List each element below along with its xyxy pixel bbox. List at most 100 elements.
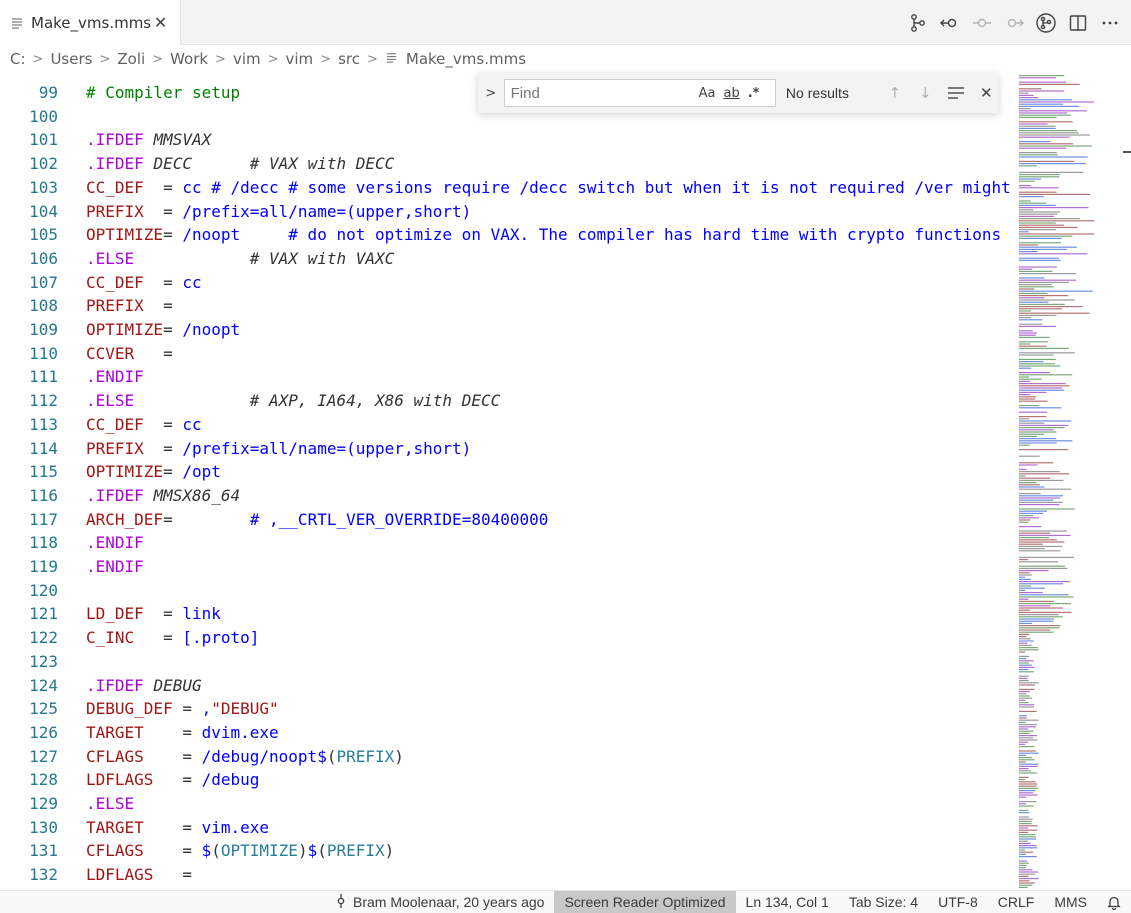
split-editor-icon[interactable] <box>1065 10 1091 36</box>
code-line[interactable]: 121 LD_DEF = link <box>0 602 1015 626</box>
code-line[interactable]: 111 .ENDIF <box>0 365 1015 389</box>
code-line[interactable]: 116 .IFDEF MMSX86_64 <box>0 484 1015 508</box>
status-language[interactable]: MMS <box>1044 891 1097 913</box>
code-token: .ELSE <box>86 248 135 268</box>
minimap-line <box>1019 433 1044 435</box>
code-line[interactable]: 101 .IFDEF MMSVAX <box>0 128 1015 152</box>
line-number: 105 <box>29 225 58 245</box>
editor-tab-make-vms[interactable]: Make_vms.mms ✕ <box>0 0 181 45</box>
code-line[interactable]: 115 OPTIMIZE= /opt <box>0 460 1015 484</box>
minimap-line <box>1019 125 1056 127</box>
status-encoding[interactable]: UTF-8 <box>928 891 988 913</box>
code-line[interactable]: 104 PREFIX = /prefix=all/name=(upper,shor… <box>0 200 1015 224</box>
status-tab-size[interactable]: Tab Size: 4 <box>839 891 928 913</box>
code-line[interactable]: 123 <box>0 650 1015 674</box>
breadcrumb-item[interactable]: Users <box>50 50 92 68</box>
code-line[interactable]: 103 CC_DEF = cc # /decc # some versions r… <box>0 176 1015 200</box>
minimap-line <box>1019 224 1064 226</box>
status-eol[interactable]: CRLF <box>988 891 1045 913</box>
breadcrumb-item[interactable]: Work <box>170 50 208 68</box>
minimap-line <box>1019 191 1057 193</box>
source-control-graph-icon[interactable] <box>905 10 931 36</box>
minimap-line <box>1019 462 1054 464</box>
code-line[interactable]: 110 CCVER = <box>0 342 1015 366</box>
code-line[interactable]: 120 <box>0 579 1015 603</box>
code-line[interactable]: 112 .ELSE # AXP, IA64, X86 with DECC <box>0 389 1015 413</box>
minimap-line <box>1019 576 1026 578</box>
minimap-line <box>1019 376 1030 378</box>
tab-bar: Make_vms.mms ✕ <box>0 0 1131 45</box>
code-line[interactable]: 114 PREFIX = /prefix=all/name=(upper,shor… <box>0 437 1015 461</box>
code-line[interactable]: 117 ARCH_DEF= # ,__CRTL_VER_OVERRIDE=8040… <box>0 508 1015 532</box>
line-code: .ELSE # VAX with VAXC <box>86 247 394 271</box>
find-in-selection-icon[interactable] <box>944 81 968 105</box>
code-line[interactable]: 132 LDFLAGS = <box>0 863 1015 887</box>
previous-change-icon[interactable] <box>937 10 963 36</box>
whole-word-icon[interactable]: ab <box>723 86 739 101</box>
close-icon[interactable]: ✕ <box>151 13 170 33</box>
regex-icon[interactable]: .* <box>748 86 760 101</box>
minimap-line <box>1019 244 1038 246</box>
code-line[interactable]: 102 .IFDEF DECC # VAX with DECC <box>0 152 1015 176</box>
breadcrumb-item[interactable]: vim <box>233 50 261 68</box>
code-token: $ <box>307 841 318 861</box>
line-code: C_INC = [.proto] <box>86 626 259 650</box>
code-token: .ELSE <box>86 794 135 813</box>
code-line[interactable]: 109 OPTIMIZE= /noopt <box>0 318 1015 342</box>
minimap[interactable] <box>1015 73 1131 890</box>
minimap-line <box>1019 510 1047 512</box>
find-input[interactable] <box>504 84 695 102</box>
minimap-line <box>1019 642 1028 644</box>
minimap-line <box>1019 92 1029 94</box>
code-line[interactable]: 127 CFLAGS = /debug/noopt$(PREFIX) <box>0 745 1015 769</box>
minimap-line <box>1019 515 1034 517</box>
breadcrumb-item[interactable]: src <box>338 50 360 68</box>
git-lens-icon[interactable] <box>1033 10 1059 36</box>
minimap-line <box>1019 220 1095 222</box>
code-line[interactable]: 107 CC_DEF = cc <box>0 271 1015 295</box>
code-line[interactable]: 124 .IFDEF DEBUG <box>0 674 1015 698</box>
status-position[interactable]: Ln 134, Col 1 <box>736 891 839 913</box>
minimap-line <box>1019 407 1062 409</box>
more-actions-icon[interactable] <box>1097 10 1123 36</box>
code-line[interactable]: 126 TARGET = dvim.exe <box>0 721 1015 745</box>
minimap-line <box>1019 741 1029 743</box>
code-line[interactable]: 113 CC_DEF = cc <box>0 413 1015 437</box>
minimap-line <box>1019 836 1036 838</box>
code-line[interactable]: 106 .ELSE # VAX with VAXC <box>0 247 1015 271</box>
next-change-icon[interactable] <box>1001 10 1027 36</box>
code-line[interactable]: 118 .ENDIF <box>0 531 1015 555</box>
code-line[interactable]: 131 CFLAGS = $(OPTIMIZE)$(PREFIX) <box>0 839 1015 863</box>
tab-label: Make_vms.mms <box>31 13 152 32</box>
code-line[interactable]: 130 TARGET = vim.exe <box>0 816 1015 840</box>
code-line[interactable]: 105 OPTIMIZE= /noopt # do not optimize on… <box>0 223 1015 247</box>
code-line[interactable]: 128 LDFLAGS = /debug <box>0 768 1015 792</box>
match-case-icon[interactable]: Aa <box>699 86 716 101</box>
status-screen-reader[interactable]: Screen Reader Optimized <box>554 890 736 913</box>
code-editor[interactable]: 99 # Compiler setup 100 101 .IFDEF MMSVAX 102… <box>0 73 1015 890</box>
breadcrumb-item-file[interactable]: Make_vms.mms <box>406 50 526 68</box>
code-line[interactable]: 108 PREFIX = <box>0 294 1015 318</box>
minimap-line <box>1019 660 1034 662</box>
code-line[interactable]: 125 DEBUG_DEF = ,"DEBUG" <box>0 697 1015 721</box>
breadcrumb-item[interactable]: C: <box>10 50 26 68</box>
code-line[interactable]: 119 .ENDIF <box>0 555 1015 579</box>
status-blame[interactable]: Bram Moolenaar, 20 years ago <box>325 891 554 913</box>
breadcrumb-item[interactable]: vim <box>286 50 314 68</box>
minimap-line <box>1019 347 1069 349</box>
arrow-down-icon[interactable]: ↓ <box>914 81 938 105</box>
close-icon[interactable]: ✕ <box>975 81 999 105</box>
code-line[interactable]: 129 .ELSE <box>0 792 1015 816</box>
commit-icon[interactable] <box>969 10 995 36</box>
minimap-line <box>1019 838 1037 840</box>
arrow-up-icon[interactable]: ↑ <box>883 81 907 105</box>
minimap-line <box>1019 486 1045 488</box>
line-code: ARCH_DEF= # ,__CRTL_VER_OVERRIDE=8040000… <box>86 508 548 532</box>
breadcrumb-item[interactable]: Zoli <box>117 50 145 68</box>
code-token: .ELSE <box>86 391 135 411</box>
bell-icon[interactable] <box>1097 891 1131 913</box>
toggle-replace-icon[interactable]: > <box>482 78 500 108</box>
code-line[interactable]: 122 C_INC = [.proto] <box>0 626 1015 650</box>
minimap-line <box>1019 787 1039 789</box>
minimap-line <box>1019 512 1043 514</box>
